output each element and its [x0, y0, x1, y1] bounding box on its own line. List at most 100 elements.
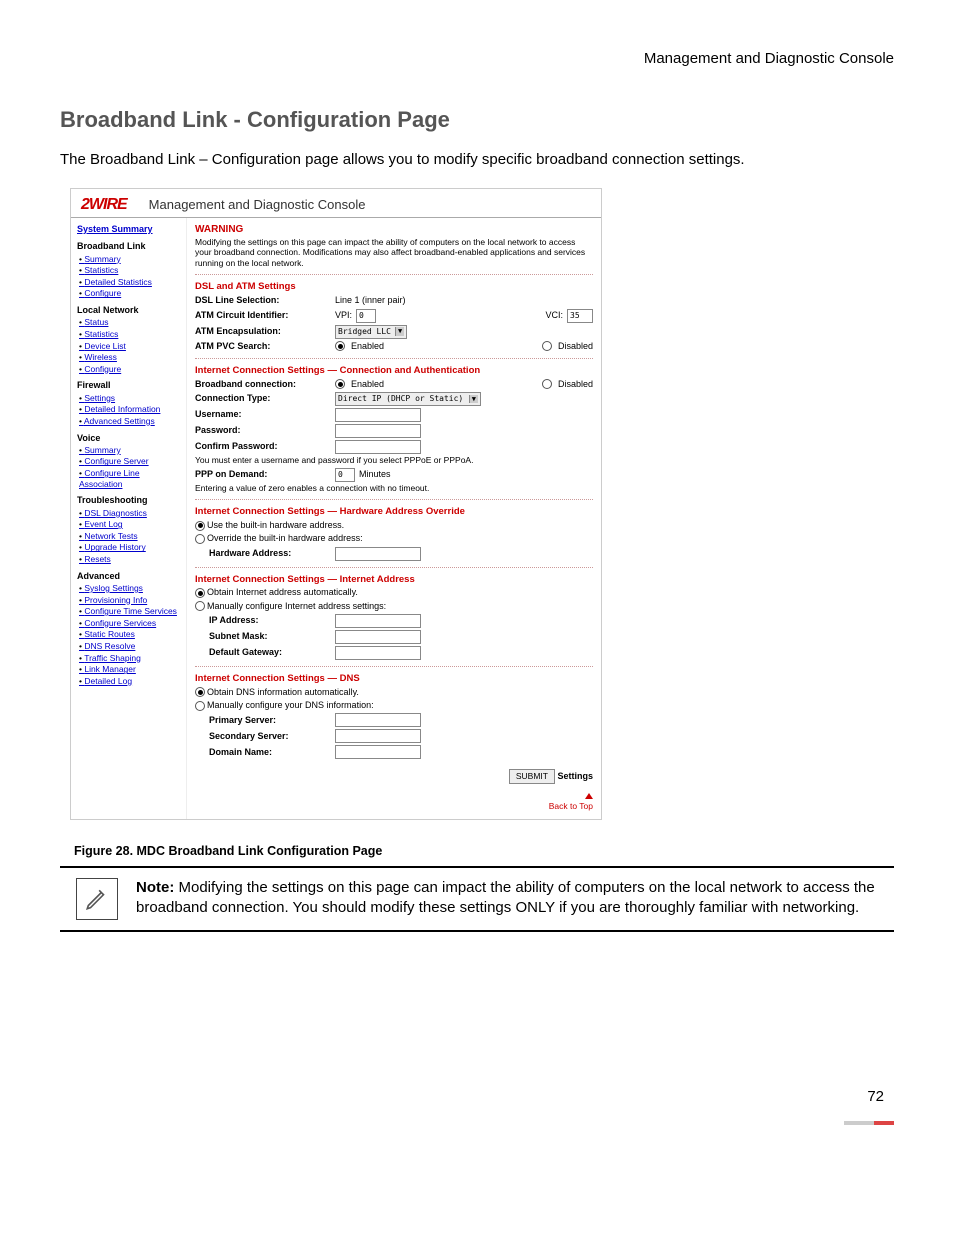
ip-section-title: Internet Connection Settings — Internet …	[195, 574, 593, 586]
domain-name-input[interactable]	[335, 745, 421, 759]
dsl-line-label: DSL Line Selection:	[195, 295, 335, 306]
ip-manual-radio[interactable]	[195, 601, 205, 611]
nav-a-prov[interactable]: Provisioning Info	[79, 595, 182, 606]
dns-auto-radio[interactable]	[195, 687, 205, 697]
warning-text: Modifying the settings on this page can …	[195, 237, 593, 269]
nav-troubleshooting: Troubleshooting	[77, 495, 182, 506]
back-to-top-link[interactable]: Back to Top	[549, 801, 593, 811]
footer-accent-bar	[844, 1121, 894, 1125]
section-title: Broadband Link - Configuration Page	[60, 107, 894, 133]
note-body: Modifying the settings on this page can …	[136, 879, 875, 916]
hw-override-radio[interactable]	[195, 534, 205, 544]
vci-label: VCI:	[545, 310, 563, 321]
intro-text: The Broadband Link – Configuration page …	[60, 151, 894, 168]
pvc-disabled-radio[interactable]	[542, 341, 552, 351]
nav-fw-advanced[interactable]: Advanced Settings	[79, 416, 182, 427]
confirm-password-label: Confirm Password:	[195, 441, 335, 452]
logo-2wire: 2WIRE	[81, 195, 127, 215]
nav-a-traffic[interactable]: Traffic Shaping	[79, 653, 182, 664]
nav-t-event[interactable]: Event Log	[79, 519, 182, 530]
nav-v-configure-line[interactable]: Configure Line Association	[79, 468, 182, 489]
vpi-label: VPI:	[335, 310, 352, 321]
conn-type-select[interactable]: Direct IP (DHCP or Static)▼	[335, 392, 481, 406]
dns-section-title: Internet Connection Settings — DNS	[195, 673, 593, 685]
ppp-unit: Minutes	[359, 469, 391, 480]
console-title: Management and Diagnostic Console	[149, 197, 366, 215]
bb-disabled-radio[interactable]	[542, 379, 552, 389]
atm-encap-label: ATM Encapsulation:	[195, 326, 335, 337]
ppp-input[interactable]: 0	[335, 468, 355, 482]
dsl-section-title: DSL and ATM Settings	[195, 281, 593, 293]
nav-a-syslog[interactable]: Syslog Settings	[79, 583, 182, 594]
dsl-line-value: Line 1 (inner pair)	[335, 295, 593, 306]
nav-ln-status[interactable]: Status	[79, 317, 182, 328]
hw-address-input[interactable]	[335, 547, 421, 561]
nav-bl-detailed-stats[interactable]: Detailed Statistics	[79, 277, 182, 288]
bb-enabled-label: Enabled	[351, 379, 384, 390]
nav-v-summary[interactable]: Summary	[79, 445, 182, 456]
main-panel: WARNING Modifying the settings on this p…	[187, 218, 601, 819]
ip-auto-radio[interactable]	[195, 588, 205, 598]
dns-manual-radio[interactable]	[195, 701, 205, 711]
username-label: Username:	[195, 409, 335, 420]
atm-encap-select[interactable]: Bridged LLC▼	[335, 325, 407, 339]
secondary-server-label: Secondary Server:	[209, 731, 335, 742]
secondary-server-input[interactable]	[335, 729, 421, 743]
vpi-input[interactable]: 0	[356, 309, 376, 323]
domain-name-label: Domain Name:	[209, 747, 335, 758]
nav-a-time[interactable]: Configure Time Services	[79, 606, 182, 617]
nav-fw-detailed[interactable]: Detailed Information	[79, 404, 182, 415]
conn-hint2: Entering a value of zero enables a conne…	[195, 483, 593, 494]
nav-advanced: Advanced	[77, 571, 182, 582]
page-number: 72	[867, 1088, 884, 1105]
atm-circuit-label: ATM Circuit Identifier:	[195, 310, 335, 321]
nav-t-resets[interactable]: Resets	[79, 554, 182, 565]
nav-firewall: Firewall	[77, 380, 182, 391]
subnet-mask-input[interactable]	[335, 630, 421, 644]
nav-fw-settings[interactable]: Settings	[79, 393, 182, 404]
primary-server-input[interactable]	[335, 713, 421, 727]
ip-address-input[interactable]	[335, 614, 421, 628]
submit-button[interactable]: SUBMIT	[509, 769, 555, 784]
nav-bl-summary[interactable]: Summary	[79, 254, 182, 265]
vci-input[interactable]: 35	[567, 309, 593, 323]
submit-label: Settings	[557, 771, 593, 781]
nav-bl-statistics[interactable]: Statistics	[79, 265, 182, 276]
hw-builtin-radio[interactable]	[195, 521, 205, 531]
nav-ln-wireless[interactable]: Wireless	[79, 352, 182, 363]
nav-ln-device-list[interactable]: Device List	[79, 341, 182, 352]
nav-a-services[interactable]: Configure Services	[79, 618, 182, 629]
password-input[interactable]	[335, 424, 421, 438]
nav-t-upgrade[interactable]: Upgrade History	[79, 542, 182, 553]
nav-t-dsl[interactable]: DSL Diagnostics	[79, 508, 182, 519]
hw-section-title: Internet Connection Settings — Hardware …	[195, 506, 593, 518]
confirm-password-input[interactable]	[335, 440, 421, 454]
nav-a-link[interactable]: Link Manager	[79, 664, 182, 675]
conn-section-title: Internet Connection Settings — Connectio…	[195, 365, 593, 377]
nav-t-network[interactable]: Network Tests	[79, 531, 182, 542]
default-gw-input[interactable]	[335, 646, 421, 660]
nav-a-detailed[interactable]: Detailed Log	[79, 676, 182, 687]
hw-address-label: Hardware Address:	[209, 548, 335, 559]
pvc-enabled-radio[interactable]	[335, 341, 345, 351]
password-label: Password:	[195, 425, 335, 436]
nav-system-summary[interactable]: System Summary	[77, 224, 153, 234]
nav-ln-statistics[interactable]: Statistics	[79, 329, 182, 340]
hw-opt1: Use the built-in hardware address.	[207, 520, 344, 530]
nav-bl-configure[interactable]: Configure	[79, 288, 182, 299]
dns-opt2: Manually configure your DNS information:	[207, 700, 374, 710]
bb-disabled-label: Disabled	[558, 379, 593, 390]
nav-a-dns[interactable]: DNS Resolve	[79, 641, 182, 652]
pvc-enabled-label: Enabled	[351, 341, 384, 352]
doc-header: Management and Diagnostic Console	[60, 50, 894, 67]
mdc-screenshot: 2WIRE Management and Diagnostic Console …	[70, 188, 602, 820]
username-input[interactable]	[335, 408, 421, 422]
bb-enabled-radio[interactable]	[335, 379, 345, 389]
dropdown-icon: ▼	[469, 395, 478, 404]
nav-v-configure-server[interactable]: Configure Server	[79, 456, 182, 467]
subnet-mask-label: Subnet Mask:	[209, 631, 335, 642]
back-to-top-icon	[585, 793, 593, 799]
figure-caption: Figure 28. MDC Broadband Link Configurat…	[74, 844, 894, 858]
nav-a-static[interactable]: Static Routes	[79, 629, 182, 640]
nav-ln-configure[interactable]: Configure	[79, 364, 182, 375]
